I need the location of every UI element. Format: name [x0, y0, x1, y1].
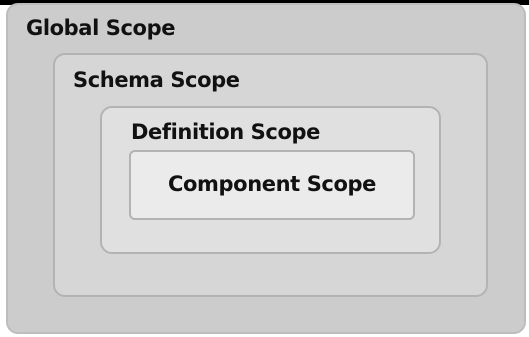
component-scope-label: Component Scope	[168, 172, 376, 196]
global-scope-label: Global Scope	[26, 16, 176, 40]
schema-scope-label: Schema Scope	[73, 68, 240, 92]
definition-scope-label: Definition Scope	[131, 120, 320, 144]
